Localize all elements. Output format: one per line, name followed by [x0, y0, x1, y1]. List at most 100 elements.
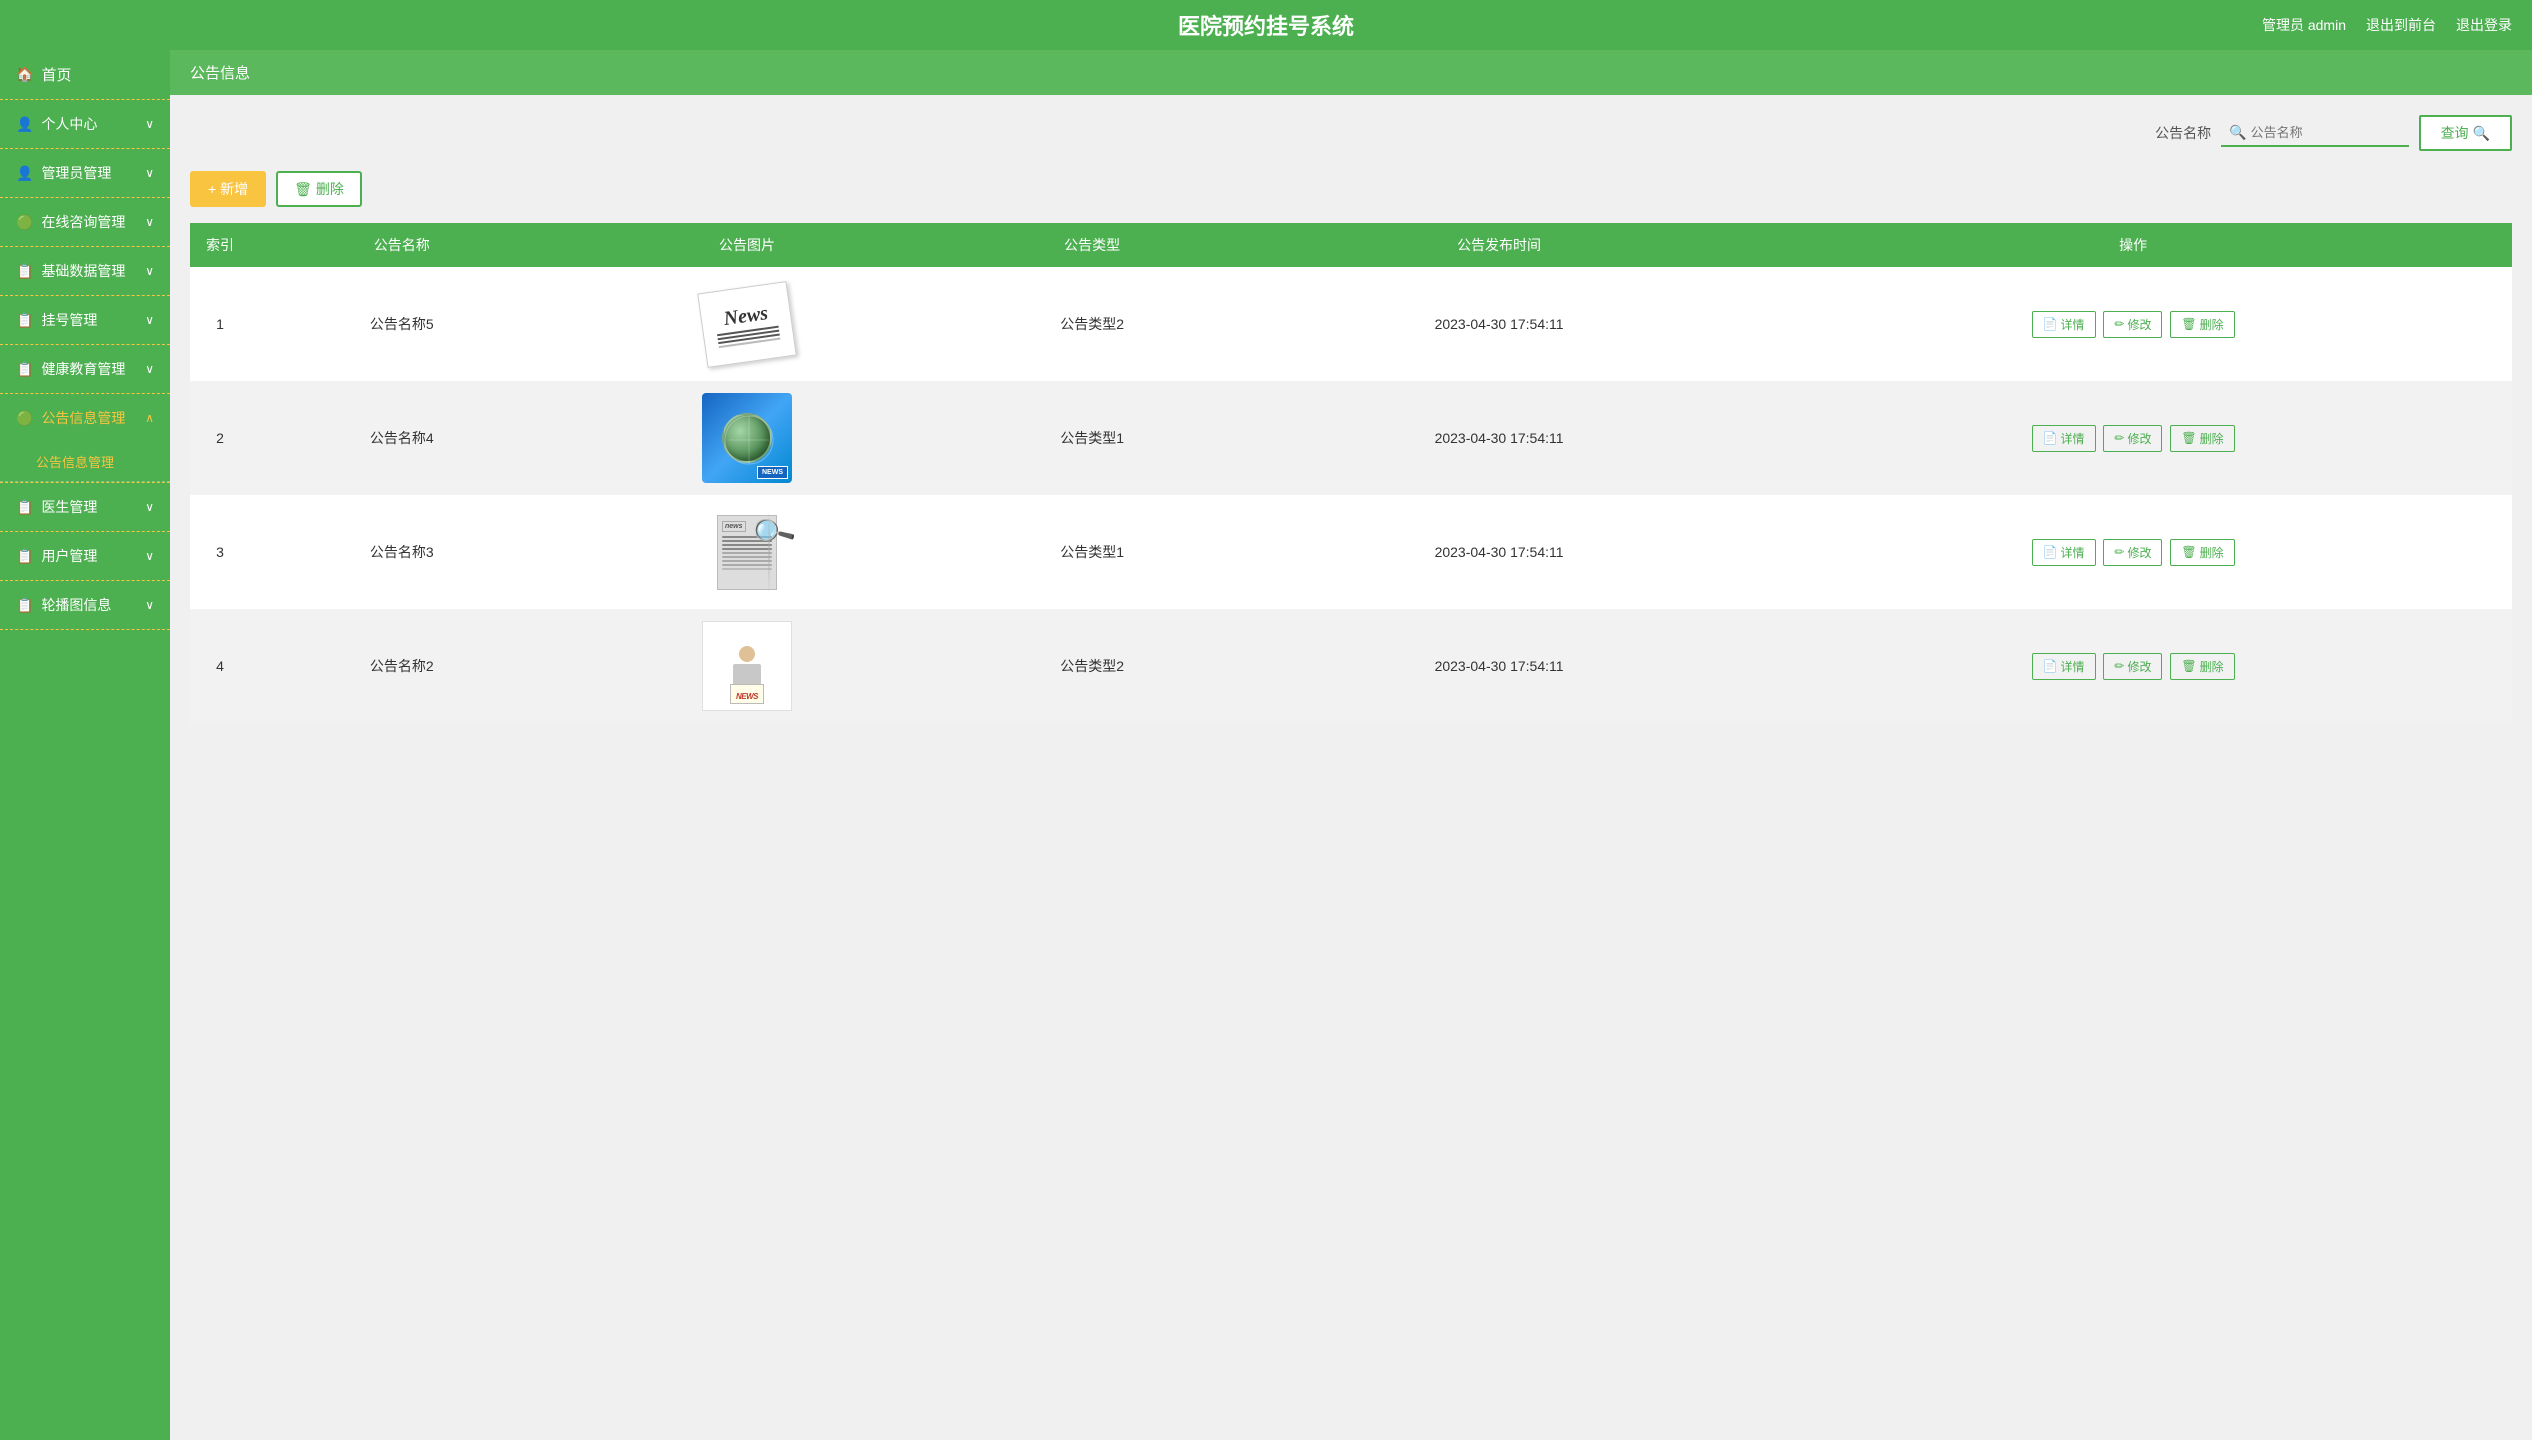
- sidebar-basic-label: 基础数据管理: [41, 261, 145, 281]
- logout-link[interactable]: 退出登录: [2456, 15, 2512, 35]
- col-image: 公告图片: [554, 223, 941, 267]
- detail-button-3[interactable]: 📄 详情: [2032, 539, 2096, 566]
- sidebar-notice-label: 公告信息管理: [41, 408, 145, 428]
- sidebar-sub-notice-mgmt[interactable]: 公告信息管理: [0, 442, 170, 482]
- cell-time: 2023-04-30 17:54:11: [1244, 495, 1754, 609]
- cell-ops: 📄 详情 ✏ 修改 🗑 删除: [1754, 267, 2512, 381]
- main-content: 公告信息 公告名称 🔍 查询 🔍 + 新增: [170, 50, 2532, 1440]
- admin-icon: 👤: [16, 165, 33, 182]
- app-title: 医院预约挂号系统: [1178, 9, 1354, 41]
- edit-button-1[interactable]: ✏ 修改: [2103, 311, 2162, 338]
- cell-time: 2023-04-30 17:54:11: [1244, 267, 1754, 381]
- table-row: 1 公告名称5 News: [190, 267, 2512, 381]
- cell-index: 3: [190, 495, 250, 609]
- chevron-down-icon-6: ∨: [145, 362, 154, 376]
- cell-index: 2: [190, 381, 250, 495]
- chevron-down-icon-8: ∨: [145, 549, 154, 563]
- doctor-icon: 📋: [16, 499, 33, 516]
- sidebar-doctor-label: 医生管理: [41, 497, 145, 517]
- sidebar-item-doctor-mgmt[interactable]: 📋 医生管理 ∨: [0, 483, 170, 532]
- table-row: 2 公告名称4: [190, 381, 2512, 495]
- edit-icon: ✏: [2114, 317, 2124, 331]
- sidebar-sub-notice: 公告信息管理: [0, 442, 170, 482]
- cell-name: 公告名称2: [250, 609, 554, 723]
- data-table: 索引 公告名称 公告图片 公告类型 公告发布时间 操作 1 公告名称5: [190, 223, 2512, 723]
- layout: 🏠 首页 👤 个人中心 ∨ 👤 管理员管理 ∨ 🟢 在线咨询管理: [0, 50, 2532, 1440]
- detail-button-2[interactable]: 📄 详情: [2032, 425, 2096, 452]
- sidebar-item-online-consult[interactable]: 🟢 在线咨询管理 ∨: [0, 198, 170, 247]
- delete-button-1[interactable]: 🗑 删除: [2170, 311, 2234, 338]
- sidebar-item-health-edu[interactable]: 📋 健康教育管理 ∨: [0, 345, 170, 394]
- sidebar-home-label: 首页: [41, 64, 154, 85]
- cell-image: NEWS: [554, 609, 941, 723]
- detail-button-1[interactable]: 📄 详情: [2032, 311, 2096, 338]
- health-icon: 📋: [16, 361, 33, 378]
- chevron-down-icon-5: ∨: [145, 313, 154, 327]
- sidebar-personal-label: 个人中心: [41, 114, 145, 134]
- pen-line: [768, 510, 770, 595]
- user-icon: 📋: [16, 548, 33, 565]
- action-bar: + 新增 🗑 删除: [190, 171, 2512, 207]
- sidebar-item-user-mgmt[interactable]: 📋 用户管理 ∨: [0, 532, 170, 581]
- delete-btn-label: 删除: [316, 179, 344, 199]
- cell-name: 公告名称3: [250, 495, 554, 609]
- trash-icon: 🗑: [294, 181, 312, 198]
- home-icon: 🏠: [16, 66, 33, 83]
- chevron-down-icon-2: ∨: [145, 166, 154, 180]
- edit-button-3[interactable]: ✏ 修改: [2103, 539, 2162, 566]
- cell-time: 2023-04-30 17:54:11: [1244, 381, 1754, 495]
- sidebar-item-admin-mgmt[interactable]: 👤 管理员管理 ∨: [0, 149, 170, 198]
- doc-icon-3: 📄: [2043, 545, 2058, 559]
- news-badge: NEWS: [757, 466, 788, 479]
- table-row: 3 公告名称3 news: [190, 495, 2512, 609]
- search-button[interactable]: 查询 🔍: [2419, 115, 2512, 151]
- news-image-3: news: [702, 510, 792, 595]
- banner-icon: 📋: [16, 597, 33, 614]
- search-bar: 公告名称 🔍 查询 🔍: [190, 115, 2512, 151]
- sidebar-item-notice-mgmt[interactable]: 🟢 公告信息管理 ∧ 公告信息管理: [0, 394, 170, 483]
- table-row: 4 公告名称2: [190, 609, 2512, 723]
- batch-delete-button[interactable]: 🗑 删除: [276, 171, 362, 207]
- add-button[interactable]: + 新增: [190, 171, 266, 207]
- col-index: 索引: [190, 223, 250, 267]
- chevron-up-icon: ∧: [145, 411, 154, 425]
- admin-label: 管理员 admin: [2262, 15, 2346, 35]
- cell-type: 公告类型2: [940, 609, 1244, 723]
- trash-icon-1: 🗑: [2181, 317, 2196, 331]
- cell-image: News: [554, 267, 941, 381]
- back-to-front-link[interactable]: 退出到前台: [2366, 15, 2436, 35]
- edit-icon-2: ✏: [2114, 431, 2124, 445]
- doc-icon-4: 📄: [2043, 659, 2058, 673]
- sidebar-user-label: 用户管理: [41, 546, 145, 566]
- delete-button-4[interactable]: 🗑 删除: [2170, 653, 2234, 680]
- sidebar-item-personal[interactable]: 👤 个人中心 ∨: [0, 100, 170, 149]
- online-icon: 🟢: [16, 214, 33, 231]
- sidebar-item-home[interactable]: 🏠 首页: [0, 50, 170, 100]
- sidebar-item-basic-data[interactable]: 📋 基础数据管理 ∨: [0, 247, 170, 296]
- col-time: 公告发布时间: [1244, 223, 1754, 267]
- sidebar-admin-label: 管理员管理: [41, 163, 145, 183]
- sidebar-item-appointment[interactable]: 📋 挂号管理 ∨: [0, 296, 170, 345]
- sidebar-online-label: 在线咨询管理: [41, 212, 145, 232]
- header: 医院预约挂号系统 管理员 admin 退出到前台 退出登录: [0, 0, 2532, 50]
- col-type: 公告类型: [940, 223, 1244, 267]
- edit-button-4[interactable]: ✏ 修改: [2103, 653, 2162, 680]
- table-body: 1 公告名称5 News: [190, 267, 2512, 723]
- delete-button-2[interactable]: 🗑 删除: [2170, 425, 2234, 452]
- chevron-down-icon-4: ∨: [145, 264, 154, 278]
- search-icon: 🔍: [2229, 124, 2246, 141]
- header-right: 管理员 admin 退出到前台 退出登录: [2262, 15, 2512, 35]
- image-cell-2: NEWS: [570, 393, 925, 483]
- delete-button-3[interactable]: 🗑 删除: [2170, 539, 2234, 566]
- search-input[interactable]: [2251, 125, 2401, 140]
- search-label: 公告名称: [2155, 123, 2211, 143]
- trash-icon-3: 🗑: [2181, 545, 2196, 559]
- sidebar-item-banner-mgmt[interactable]: 📋 轮播图信息 ∨: [0, 581, 170, 630]
- edit-button-2[interactable]: ✏ 修改: [2103, 425, 2162, 452]
- chevron-down-icon: ∨: [145, 117, 154, 131]
- detail-button-4[interactable]: 📄 详情: [2032, 653, 2096, 680]
- cell-ops: 📄 详情 ✏ 修改 🗑 删除: [1754, 609, 2512, 723]
- news-image-2: NEWS: [702, 393, 792, 483]
- cell-type: 公告类型1: [940, 495, 1244, 609]
- appt-icon: 📋: [16, 312, 33, 329]
